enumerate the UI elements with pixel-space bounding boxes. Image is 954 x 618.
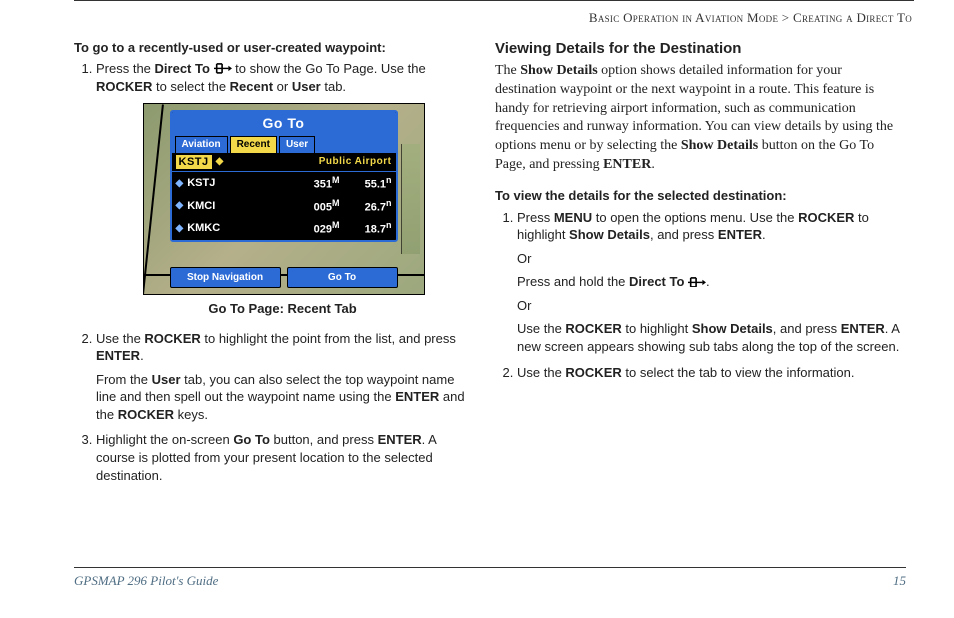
gps-goto-button[interactable]: Go To — [287, 267, 398, 289]
task-title-2: To view the details for the selected des… — [495, 187, 906, 205]
page-number: 15 — [893, 572, 906, 590]
step-3: Highlight the on-screen Go To button, an… — [96, 431, 469, 484]
step-2: Use the ROCKER to select the tab to view… — [517, 364, 906, 382]
direct-to-icon — [214, 61, 232, 72]
gps-row[interactable]: ◆ KMCI 005M 26.7n — [172, 195, 396, 218]
gps-stop-nav-button[interactable]: Stop Navigation — [170, 267, 281, 289]
page-footer: GPSMAP 296 Pilot's Guide 15 — [74, 567, 906, 590]
breadcrumb: Basic Operation in Aviation Mode > Creat… — [74, 1, 914, 39]
gps-row[interactable]: ◆ KSTJ 351M 55.1n — [172, 172, 396, 195]
airport-icon: ◆ — [216, 155, 224, 169]
task-title-1: To go to a recently-used or user-created… — [74, 39, 469, 57]
airport-icon: ◆ — [176, 222, 184, 236]
airport-icon: ◆ — [176, 199, 184, 213]
gps-tab-user[interactable]: User — [279, 136, 315, 153]
breadcrumb-section: Basic Operation in Aviation Mode — [589, 10, 778, 25]
gps-tab-recent[interactable]: Recent — [230, 136, 277, 153]
figure-caption: Go To Page: Recent Tab — [143, 300, 423, 318]
gps-ident-line: KSTJ ◆ Public Airport — [172, 153, 396, 173]
gps-tab-aviation[interactable]: Aviation — [175, 136, 228, 153]
footer-title: GPSMAP 296 Pilot's Guide — [74, 572, 218, 590]
steps-list-1: Press the Direct To to show the Go To Pa… — [96, 60, 469, 484]
step-1: Press MENU to open the options menu. Use… — [517, 209, 906, 356]
gps-screenshot: Go To Aviation Recent User KSTJ ◆ — [143, 103, 423, 318]
step-1: Press the Direct To to show the Go To Pa… — [96, 60, 469, 318]
airport-icon: ◆ — [176, 177, 184, 191]
right-column: Viewing Details for the Destination The … — [495, 39, 914, 493]
direct-to-icon — [688, 274, 706, 285]
gps-ident-type: Public Airport — [319, 155, 392, 169]
gps-ident[interactable]: KSTJ — [176, 155, 212, 170]
left-column: To go to a recently-used or user-created… — [74, 39, 469, 493]
breadcrumb-sep: > — [778, 10, 793, 25]
steps-list-2: Press MENU to open the options menu. Use… — [517, 209, 906, 381]
breadcrumb-page: Creating a Direct To — [793, 10, 912, 25]
step-2: Use the ROCKER to highlight the point fr… — [96, 330, 469, 424]
section-body: The Show Details option shows detailed i… — [495, 62, 906, 175]
gps-row[interactable]: ◆ KMKC 029M 18.7n — [172, 217, 396, 240]
gps-panel-title: Go To — [172, 112, 396, 135]
section-heading: Viewing Details for the Destination — [495, 39, 906, 59]
gps-tabs: Aviation Recent User — [172, 135, 396, 153]
